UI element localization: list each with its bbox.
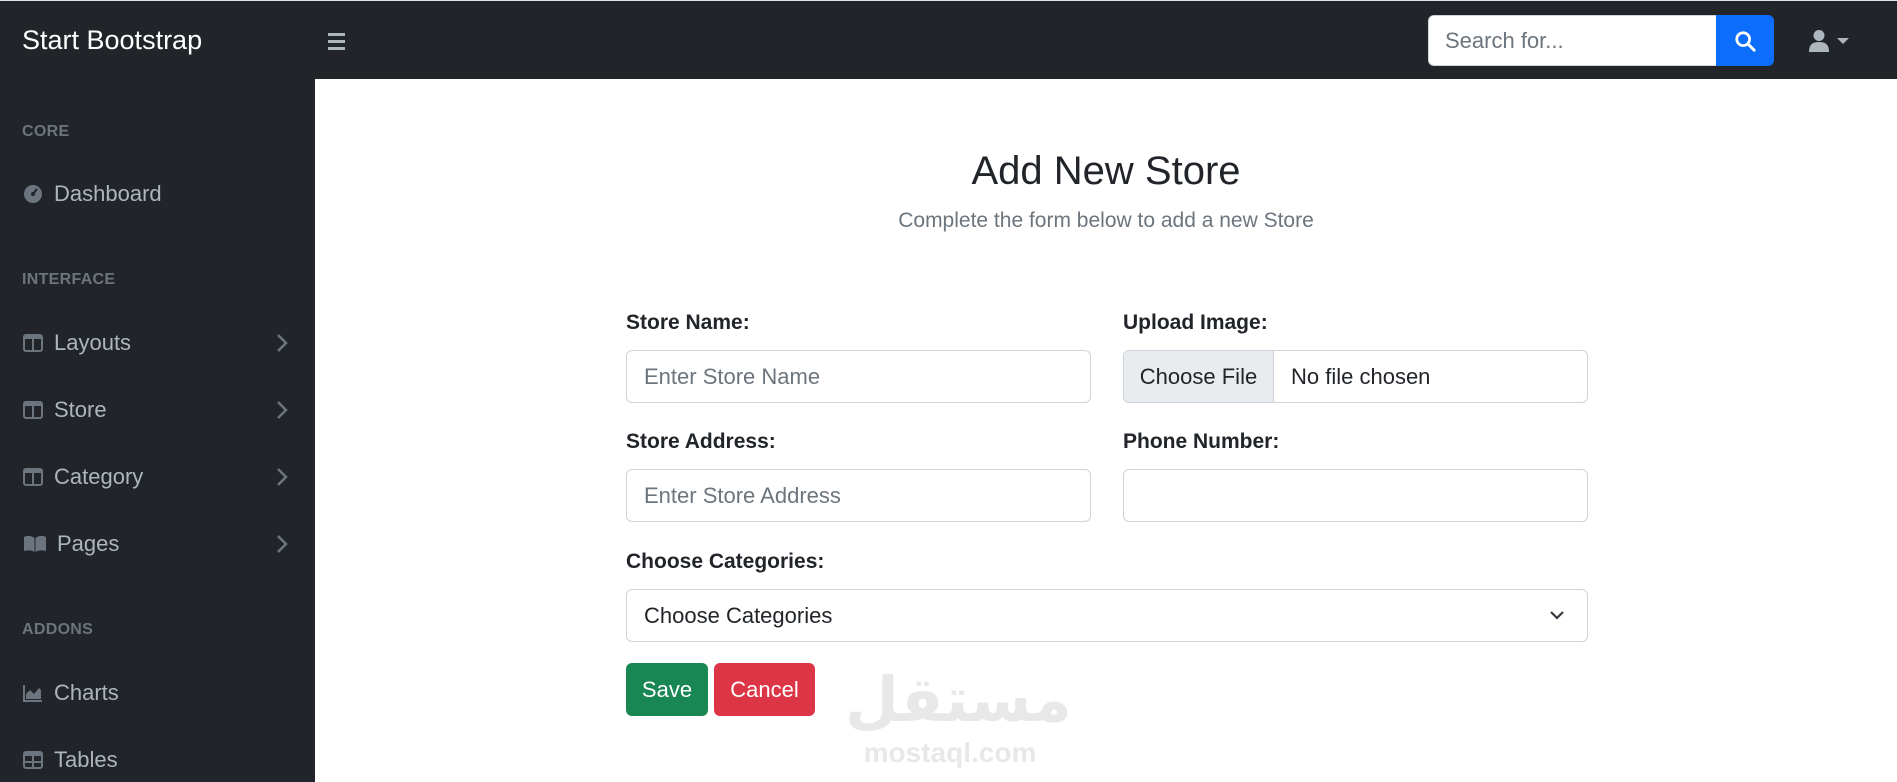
sidebar-heading-addons: ADDONS bbox=[22, 621, 94, 638]
sidebar-item-label: Pages bbox=[57, 531, 120, 556]
sidebar-item-label: Store bbox=[54, 397, 107, 422]
hamburger-icon bbox=[327, 33, 345, 36]
table-icon bbox=[22, 749, 44, 771]
sidebar-toggle-button[interactable] bbox=[322, 27, 350, 55]
upload-image-input[interactable]: Choose File No file chosen bbox=[1123, 350, 1588, 403]
sidebar-item-label: Dashboard bbox=[54, 181, 162, 206]
phone-number-label: Phone Number: bbox=[1123, 430, 1280, 453]
store-name-label: Store Name: bbox=[626, 311, 750, 334]
chevron-right-icon bbox=[277, 401, 288, 419]
brand-link[interactable]: Start Bootstrap bbox=[22, 25, 202, 56]
sidebar-item-label: Charts bbox=[54, 680, 119, 705]
file-status-text: No file chosen bbox=[1291, 363, 1431, 389]
store-name-input[interactable] bbox=[626, 350, 1091, 403]
sidebar-item-label: Layouts bbox=[54, 330, 132, 355]
chevron-right-icon bbox=[277, 334, 288, 352]
sidebar-item-pages[interactable]: Pages bbox=[0, 522, 315, 566]
store-address-input[interactable] bbox=[626, 469, 1091, 522]
cancel-button[interactable]: Cancel bbox=[714, 663, 815, 716]
caret-down-icon bbox=[1837, 38, 1849, 44]
upload-image-label: Upload Image: bbox=[1123, 311, 1268, 334]
phone-number-input[interactable] bbox=[1123, 469, 1588, 522]
dashboard-icon bbox=[22, 183, 44, 205]
columns-icon bbox=[22, 466, 44, 488]
user-icon bbox=[1809, 30, 1829, 52]
page-title: Add New Store bbox=[971, 149, 1241, 193]
chevron-right-icon bbox=[277, 535, 288, 553]
chevron-right-icon bbox=[277, 468, 288, 486]
store-address-label: Store Address: bbox=[626, 430, 776, 453]
columns-icon bbox=[22, 399, 44, 421]
user-dropdown-button[interactable] bbox=[1808, 27, 1854, 55]
top-navbar: Start Bootstrap bbox=[0, 0, 1897, 79]
watermark-latin: mostaql.com bbox=[863, 737, 1037, 768]
sidebar-item-charts[interactable]: Charts bbox=[0, 671, 315, 715]
sidebar-heading-core: CORE bbox=[22, 123, 70, 140]
sidebar-item-label: Tables bbox=[54, 747, 118, 772]
sidebar-heading-interface: INTERFACE bbox=[22, 271, 116, 288]
sidebar-item-label: Category bbox=[54, 464, 144, 489]
choose-file-button[interactable]: Choose File bbox=[1124, 351, 1274, 402]
sidebar: CORE Dashboard INTERFACE Layouts Store C… bbox=[0, 79, 315, 782]
book-icon bbox=[22, 533, 47, 555]
sidebar-item-layouts[interactable]: Layouts bbox=[0, 321, 315, 365]
area-chart-icon bbox=[22, 682, 44, 704]
page-subtitle: Complete the form below to add a new Sto… bbox=[898, 209, 1314, 232]
columns-icon bbox=[22, 332, 44, 354]
watermark: مستقل mostaql.com bbox=[845, 663, 1072, 775]
sidebar-item-category[interactable]: Category bbox=[0, 455, 315, 499]
search-icon bbox=[1735, 30, 1756, 52]
categories-selected-value: Choose Categories bbox=[644, 602, 833, 628]
sidebar-item-store[interactable]: Store bbox=[0, 388, 315, 432]
save-button[interactable]: Save bbox=[626, 663, 708, 716]
main-content: Add New Store Complete the form below to… bbox=[315, 79, 1897, 782]
categories-select[interactable]: Choose Categories bbox=[626, 589, 1588, 642]
sidebar-item-dashboard[interactable]: Dashboard bbox=[0, 172, 315, 216]
sidebar-item-tables[interactable]: Tables bbox=[0, 738, 315, 782]
choose-categories-label: Choose Categories: bbox=[626, 550, 825, 573]
watermark-arabic: مستقل bbox=[845, 663, 1072, 736]
search-form bbox=[1428, 15, 1774, 66]
chevron-down-icon bbox=[1550, 611, 1564, 620]
search-input[interactable] bbox=[1428, 15, 1716, 66]
search-button[interactable] bbox=[1716, 15, 1774, 66]
